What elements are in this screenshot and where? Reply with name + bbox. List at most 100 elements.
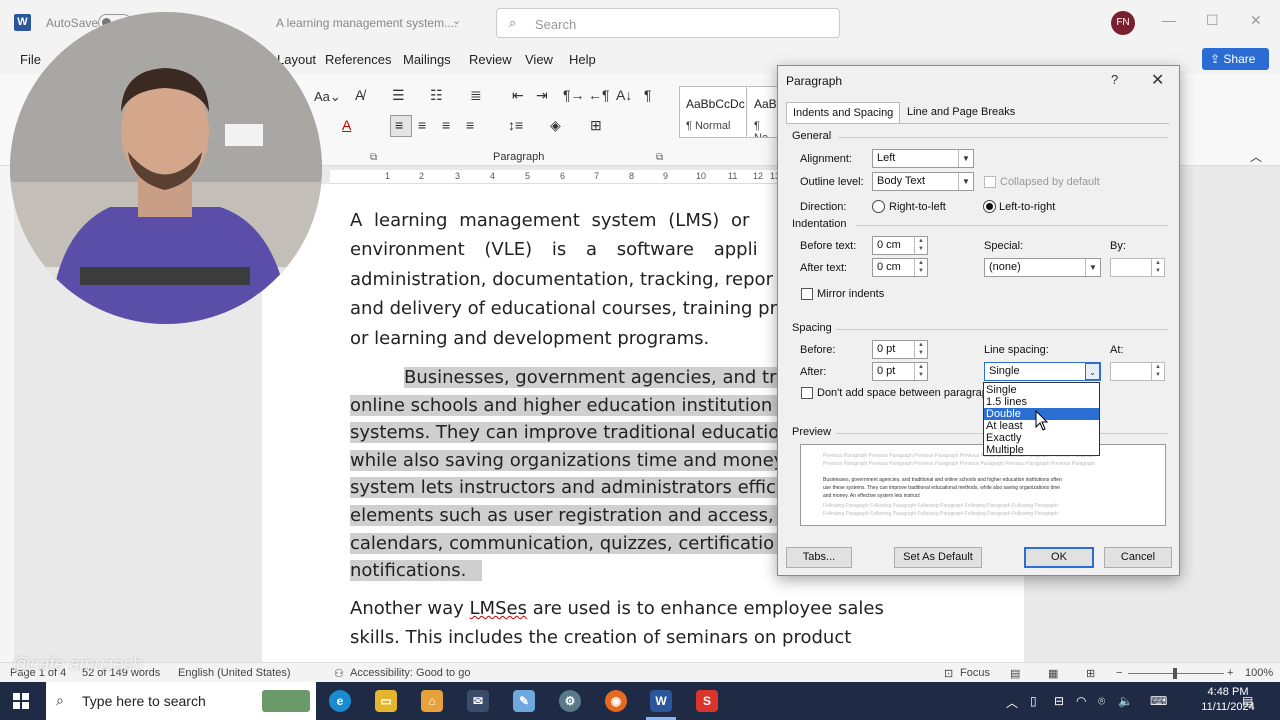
zoom-thumb[interactable]	[1173, 668, 1177, 679]
after-input[interactable]: 0 pt ▲ ▼	[872, 362, 928, 381]
menu-help[interactable]: Help	[569, 52, 596, 67]
spin-arrows-icon[interactable]: ▲ ▼	[914, 363, 927, 380]
spin-arrows-icon[interactable]: ▲ ▼	[1151, 363, 1164, 380]
show-marks-icon[interactable]: ¶	[644, 87, 652, 103]
option-multiple[interactable]: Multiple	[984, 444, 1099, 456]
multilevel-list-icon[interactable]: ≣	[470, 87, 482, 104]
option-single[interactable]: Single	[984, 384, 1099, 396]
style-no-spacing[interactable]: AaBl ¶ No	[748, 86, 778, 138]
tray-chevron-icon[interactable]: ︿	[1006, 694, 1018, 711]
tab-line-page-breaks[interactable]: Line and Page Breaks	[901, 102, 1021, 124]
windows-start-icon[interactable]	[13, 693, 29, 709]
increase-indent-icon[interactable]: ⇥	[536, 87, 548, 104]
accessibility-status[interactable]: Accessibility: Good to go	[350, 667, 470, 679]
justify-icon[interactable]: ≡	[466, 117, 474, 133]
at-input[interactable]: ▲ ▼	[1110, 362, 1165, 381]
share-button[interactable]: ⇪ Share	[1202, 48, 1269, 70]
print-layout-icon[interactable]: ▦	[1048, 667, 1058, 680]
menu-references[interactable]: References	[325, 52, 391, 67]
close-window-icon[interactable]: ✕	[1250, 12, 1262, 29]
firefox-icon[interactable]: ◉	[605, 690, 627, 712]
set-default-button[interactable]: Set As Default	[894, 547, 982, 568]
read-mode-icon[interactable]: ▤	[1010, 667, 1020, 680]
collapsed-checkbox[interactable]	[984, 176, 996, 188]
clear-formatting-icon[interactable]: A̸	[355, 87, 364, 103]
align-left-button[interactable]: ≡	[390, 115, 412, 137]
cancel-button[interactable]: Cancel	[1104, 547, 1172, 568]
search-highlight-icon[interactable]	[262, 690, 310, 712]
avatar[interactable]: FN	[1111, 11, 1135, 35]
settings-app-icon[interactable]: ⚙	[559, 690, 581, 712]
horizontal-ruler[interactable]: 1 2 3 4 5 6 7 8 9 10 11 12 13	[330, 170, 780, 184]
word-taskbar-icon[interactable]: W	[650, 690, 672, 712]
search-box[interactable]: ⌕ Search	[496, 8, 840, 38]
spin-arrows-icon[interactable]: ▲ ▼	[1151, 259, 1164, 276]
minimize-icon[interactable]: —	[1162, 12, 1176, 28]
option-1-5-lines[interactable]: 1.5 lines	[984, 396, 1099, 408]
menu-review[interactable]: Review	[469, 52, 512, 67]
spin-arrows-icon[interactable]: ▲ ▼	[914, 341, 927, 358]
store-icon[interactable]: ⌂	[421, 690, 443, 712]
before-text-input[interactable]: 0 cm ▲ ▼	[872, 236, 928, 255]
style-normal[interactable]: AaBbCcDc ¶ Normal	[679, 86, 747, 138]
mirror-indents-checkbox[interactable]	[801, 288, 813, 300]
special-select[interactable]: (none) ▼	[984, 258, 1101, 277]
help-icon[interactable]: ?	[1111, 72, 1118, 87]
tray-wifi-icon[interactable]: ◠	[1076, 694, 1086, 708]
tray-language-icon[interactable]: ⌨	[1150, 694, 1167, 708]
menu-mailings[interactable]: Mailings	[403, 52, 451, 67]
notes-icon[interactable]: ✎	[513, 690, 535, 712]
change-case-icon[interactable]: Aa⌄	[314, 89, 341, 105]
borders-icon[interactable]: ⊞	[590, 117, 602, 134]
document-title[interactable]: A learning management system....	[276, 16, 457, 30]
option-exactly[interactable]: Exactly	[984, 432, 1099, 444]
line-spacing-icon[interactable]: ↕≡	[508, 117, 523, 133]
ok-button[interactable]: OK	[1024, 547, 1094, 568]
tray-network-icon[interactable]: ⊟	[1054, 694, 1064, 708]
decrease-indent-icon[interactable]: ⇤	[512, 87, 524, 104]
taskbar-search[interactable]: ⌕ Type here to search	[46, 682, 316, 720]
zoom-in-icon[interactable]: +	[1227, 667, 1233, 679]
rtl-radio[interactable]	[872, 200, 885, 213]
chevron-down-icon[interactable]: ⌄	[452, 14, 461, 27]
ltr-radio[interactable]	[983, 200, 996, 213]
spin-arrows-icon[interactable]: ▲ ▼	[914, 237, 927, 254]
spin-arrows-icon[interactable]: ▲ ▼	[914, 259, 927, 276]
numbering-icon[interactable]: ☷	[430, 87, 443, 104]
align-center-icon[interactable]: ≡	[418, 117, 426, 133]
by-input[interactable]: ▲ ▼	[1110, 258, 1165, 277]
tabs-button[interactable]: Tabs...	[786, 547, 852, 568]
close-icon[interactable]: ✕	[1151, 70, 1164, 90]
bullets-icon[interactable]: ☰	[392, 87, 405, 104]
tray-device-icon[interactable]: ▯	[1030, 694, 1037, 708]
focus-mode[interactable]: Focus	[960, 667, 990, 679]
line-spacing-select[interactable]: Single ⌄	[984, 362, 1101, 381]
misspelled-word[interactable]: LMSes	[470, 598, 527, 619]
rtl-icon[interactable]: ←¶	[588, 87, 610, 103]
font-color-icon[interactable]: A	[342, 117, 351, 133]
web-layout-icon[interactable]: ⊞	[1086, 667, 1095, 680]
collapse-ribbon-icon[interactable]: ︿	[1250, 148, 1262, 165]
outline-level-select[interactable]: Body Text ▼	[872, 172, 974, 191]
sort-icon[interactable]: A↓	[616, 87, 632, 103]
align-right-icon[interactable]: ≡	[442, 117, 450, 133]
zoom-out-icon[interactable]: −	[1116, 667, 1122, 679]
zoom-level[interactable]: 100%	[1245, 667, 1273, 679]
tab-indents-spacing[interactable]: Indents and Spacing	[786, 102, 901, 124]
menu-view[interactable]: View	[525, 52, 553, 67]
edge-icon[interactable]: e	[329, 690, 351, 712]
before-input[interactable]: 0 pt ▲ ▼	[872, 340, 928, 359]
maximize-icon[interactable]: ☐	[1206, 12, 1219, 29]
shading-icon[interactable]: ◈	[550, 117, 561, 134]
ltr-icon[interactable]: ¶→	[563, 87, 585, 103]
tray-volume-icon[interactable]: 🔈	[1118, 694, 1133, 708]
file-explorer-icon[interactable]: ▭	[375, 690, 397, 712]
paragraph-launcher-icon[interactable]: ⧉	[656, 152, 663, 163]
notifications-icon[interactable]: ▤	[1242, 694, 1253, 708]
language[interactable]: English (United States)	[178, 667, 291, 679]
dont-add-space-checkbox[interactable]	[801, 387, 813, 399]
font-launcher-icon[interactable]: ⧉	[370, 152, 377, 163]
after-text-input[interactable]: 0 cm ▲ ▼	[872, 258, 928, 277]
mail-icon[interactable]: ✉	[467, 690, 489, 712]
recorder-icon[interactable]: S	[696, 690, 718, 712]
